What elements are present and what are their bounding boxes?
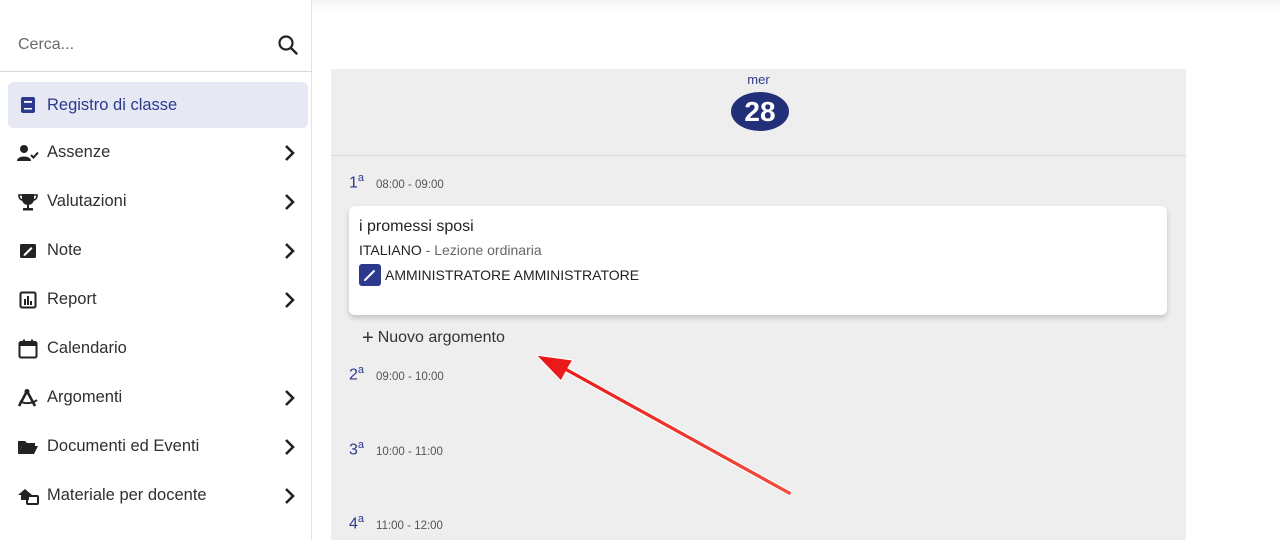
annotation-arrow-icon [534,354,793,497]
